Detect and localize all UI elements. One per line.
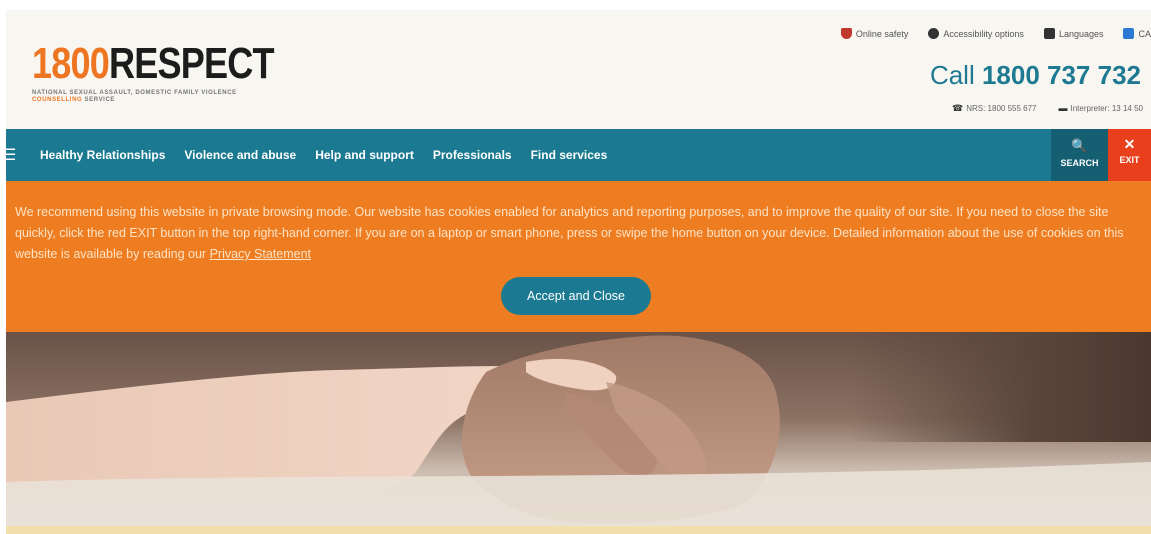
logo-number: 1800 <box>32 39 110 88</box>
nav-items: Healthy Relationships Violence and abuse… <box>40 129 607 181</box>
privacy-statement-link[interactable]: Privacy Statement <box>210 247 311 261</box>
logo-wordmark: 1800RESPECT <box>32 42 274 86</box>
interpreter-label: Interpreter: 13 14 50 <box>1070 104 1144 113</box>
browser-frame: 1800RESPECT NATIONAL SEXUAL ASSAULT, DOM… <box>6 10 1151 534</box>
accept-and-close-button[interactable]: Accept and Close <box>501 277 651 315</box>
close-icon: ✕ <box>1123 136 1136 152</box>
site-logo[interactable]: 1800RESPECT NATIONAL SEXUAL ASSAULT, DOM… <box>32 42 327 104</box>
cookie-text: We recommend using this website in priva… <box>15 205 1124 261</box>
phone-icon: ☎ <box>952 103 964 113</box>
ca-label: CA <box>1138 28 1151 39</box>
main-nav: ☰ Healthy Relationships Violence and abu… <box>6 129 1151 181</box>
search-icon: 🔍 <box>1071 138 1088 153</box>
accessibility-label: Accessibility options <box>943 28 1024 39</box>
contact-lines: ☎ NRS: 1800 555 677 ▬ Interpreter: 13 14 5… <box>952 103 1143 114</box>
call-digits: 1800 737 732 <box>981 60 1141 90</box>
cookie-message: We recommend using this website in priva… <box>15 202 1141 265</box>
holding-hands-illustration <box>6 335 1151 526</box>
online-safety-link[interactable]: Online safety <box>840 28 909 39</box>
nav-item-find-services[interactable]: Find services <box>531 148 608 162</box>
accessibility-icon <box>928 28 940 39</box>
interpreter-contact[interactable]: ▬ Interpreter: 13 14 50 <box>1059 103 1144 114</box>
language-icon <box>1043 28 1055 39</box>
bottom-strip <box>6 526 1151 534</box>
call-prefix: Call <box>929 60 982 90</box>
nav-item-help-and-support[interactable]: Help and support <box>315 148 414 162</box>
call-number[interactable]: Call 1800 737 732 <box>930 60 1141 91</box>
site-header: 1800RESPECT NATIONAL SEXUAL ASSAULT, DOM… <box>6 10 1151 129</box>
exit-label: EXIT <box>1119 155 1140 165</box>
nav-item-professionals[interactable]: Professionals <box>433 148 512 162</box>
nav-item-healthy-relationships[interactable]: Healthy Relationships <box>40 148 165 162</box>
search-label: SEARCH <box>1060 158 1099 168</box>
nrs-contact[interactable]: ☎ NRS: 1800 555 677 <box>952 103 1037 114</box>
search-button[interactable]: 🔍 SEARCH <box>1051 129 1108 181</box>
ca-link[interactable]: CA <box>1123 28 1151 39</box>
logo-word: RESPECT <box>108 39 274 88</box>
interpreter-icon: ▬ <box>1058 103 1068 113</box>
shield-icon <box>840 28 852 39</box>
logo-tagline-pre: NATIONAL SEXUAL ASSAULT, DOMESTIC FAMILY… <box>32 90 237 96</box>
cookie-banner: We recommend using this website in priva… <box>6 181 1151 332</box>
ca-icon <box>1123 28 1135 39</box>
logo-tagline-post: SERVICE <box>82 97 115 103</box>
languages-label: Languages <box>1058 28 1104 39</box>
languages-link[interactable]: Languages <box>1043 28 1104 39</box>
exit-button[interactable]: ✕ EXIT <box>1108 129 1151 181</box>
online-safety-label: Online safety <box>855 28 909 39</box>
logo-tagline-highlight: COUNSELLING <box>32 97 83 103</box>
menu-icon[interactable]: ☰ <box>6 145 16 165</box>
nrs-label: NRS: 1800 555 677 <box>966 104 1037 113</box>
logo-tagline: NATIONAL SEXUAL ASSAULT, DOMESTIC FAMILY… <box>32 90 242 104</box>
nav-item-violence-and-abuse[interactable]: Violence and abuse <box>184 148 296 162</box>
utility-links: Online safety Accessibility options Lang… <box>840 28 1151 39</box>
accessibility-link[interactable]: Accessibility options <box>928 28 1024 39</box>
hero-image <box>6 332 1151 526</box>
